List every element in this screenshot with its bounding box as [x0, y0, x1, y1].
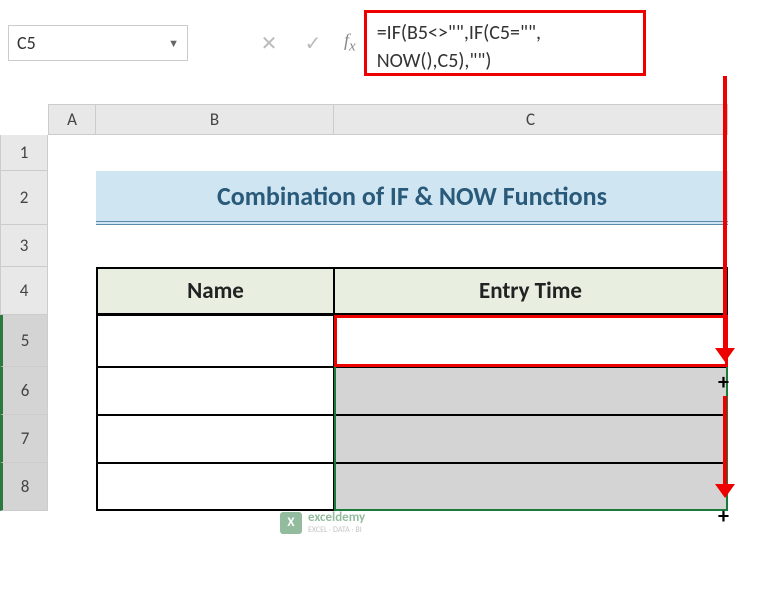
fill-handle-icon: + [718, 502, 729, 529]
column-header-a[interactable]: A [48, 104, 96, 135]
row-header-6[interactable]: 6 [0, 367, 48, 415]
watermark-tagline: EXCEL · DATA · BI [308, 525, 365, 535]
cell-c7[interactable] [334, 415, 728, 463]
logo-icon: X [280, 512, 302, 534]
row-header-2[interactable]: 2 [0, 171, 48, 225]
row-header-1[interactable]: 1 [0, 135, 48, 171]
watermark-brand: exceldemy [308, 510, 365, 525]
cell-b6[interactable] [96, 367, 334, 415]
accept-formula-icon[interactable]: ✓ [300, 30, 326, 56]
cancel-formula-icon[interactable]: ✕ [256, 30, 282, 56]
chevron-down-icon[interactable]: ▼ [168, 37, 179, 50]
column-header-b[interactable]: B [96, 104, 334, 135]
row-header-7[interactable]: 7 [0, 415, 48, 463]
fx-icon[interactable]: fx [344, 30, 356, 56]
name-box[interactable]: C5 ▼ [8, 25, 188, 61]
formula-bar[interactable]: =IF(B5<>"",IF(C5="", NOW(),C5),"") [364, 10, 646, 76]
watermark: X exceldemy EXCEL · DATA · BI [280, 510, 365, 535]
cell-c5[interactable] [334, 315, 728, 367]
row-header-4[interactable]: 4 [0, 267, 48, 315]
page-title[interactable]: Combination of IF & NOW Functions [96, 171, 728, 225]
cell-b7[interactable] [96, 415, 334, 463]
arrow-down-icon [715, 484, 735, 498]
column-header-c[interactable]: C [334, 104, 728, 135]
formula-text: =IF(B5<>"",IF(C5="", NOW(),C5),"") [377, 21, 541, 73]
cell-c8[interactable] [334, 463, 728, 511]
arrow-down-icon [715, 348, 735, 362]
table-header-entry-time[interactable]: Entry Time [334, 267, 728, 315]
row-header-8[interactable]: 8 [0, 463, 48, 511]
cell-b5[interactable] [96, 315, 334, 367]
row-header-5[interactable]: 5 [0, 315, 48, 367]
cell-c6[interactable] [334, 367, 728, 415]
fill-handle-icon: + [718, 368, 729, 395]
name-box-value: C5 [17, 32, 36, 54]
annotation-arrow [723, 76, 727, 356]
table-header-name[interactable]: Name [96, 267, 334, 315]
annotation-arrow [723, 396, 727, 488]
row-header-3[interactable]: 3 [0, 225, 48, 267]
cell-b8[interactable] [96, 463, 334, 511]
